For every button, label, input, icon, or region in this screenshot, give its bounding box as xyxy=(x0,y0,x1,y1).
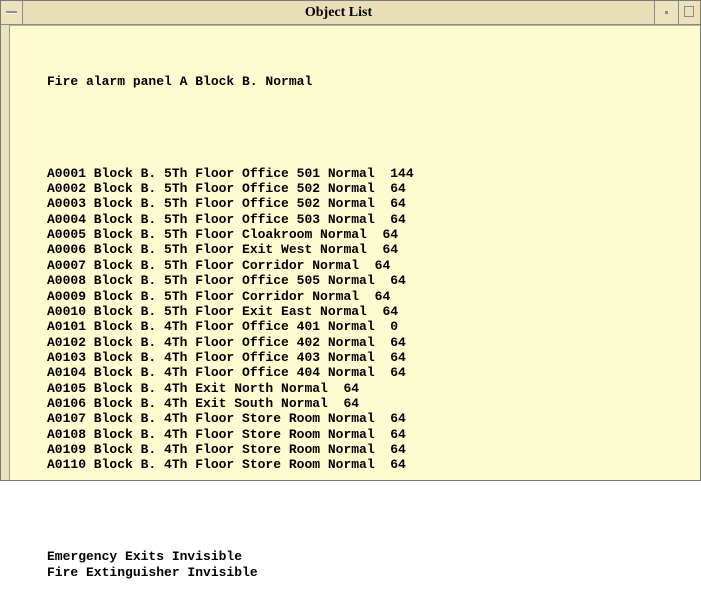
object-row: A0103 Block B. 4Th Floor Office 403 Norm… xyxy=(47,349,406,365)
object-row: A0004 Block B. 5Th Floor Office 503 Norm… xyxy=(47,211,406,227)
object-row: A0003 Block B. 5Th Floor Office 502 Norm… xyxy=(47,196,406,212)
maximize-square xyxy=(684,6,694,17)
window-menu-bar xyxy=(6,11,17,14)
maximize-icon[interactable] xyxy=(678,1,700,24)
object-row: A0105 Block B. 4Th Exit North Normal 64 xyxy=(47,380,360,396)
object-list-text: Fire alarm panel A Block B. Normal A0001… xyxy=(47,43,414,611)
minimize-dot xyxy=(665,11,668,14)
object-rows: A0001 Block B. 5Th Floor Office 501 Norm… xyxy=(47,166,414,473)
object-row: A0101 Block B. 4Th Floor Office 401 Norm… xyxy=(47,319,399,335)
footer-line: Emergency Exits Invisible xyxy=(47,549,243,565)
object-row: A0106 Block B. 4Th Exit South Normal 64 xyxy=(47,395,360,411)
panel-status-line: Fire alarm panel A Block B. Normal xyxy=(47,73,313,89)
object-row: A0001 Block B. 5Th Floor Office 501 Norm… xyxy=(47,165,414,181)
object-row: A0010 Block B. 5Th Floor Exit East Norma… xyxy=(47,303,399,319)
title-bar[interactable]: Object List xyxy=(1,1,700,25)
object-row: A0110 Block B. 4Th Floor Store Room Norm… xyxy=(47,457,406,473)
window-menu-icon[interactable] xyxy=(1,1,23,24)
object-row: A0006 Block B. 5Th Floor Exit West Norma… xyxy=(47,242,399,258)
window-title: Object List xyxy=(304,5,373,20)
object-list-window: Object List Fire alarm panel A Block B. … xyxy=(0,0,701,580)
footer-line: Fire Extinguisher Invisible xyxy=(47,564,258,580)
object-row: A0107 Block B. 4Th Floor Store Room Norm… xyxy=(47,411,406,427)
object-row: A0005 Block B. 5Th Floor Cloakroom Norma… xyxy=(47,227,399,243)
object-row: A0109 Block B. 4Th Floor Store Room Norm… xyxy=(47,441,406,457)
window-frame-left xyxy=(1,25,10,480)
object-list-content: Fire alarm panel A Block B. Normal A0001… xyxy=(10,25,700,580)
object-row: A0007 Block B. 5Th Floor Corridor Normal… xyxy=(47,257,391,273)
object-row: A0002 Block B. 5Th Floor Office 502 Norm… xyxy=(47,181,406,197)
object-row: A0009 Block B. 5Th Floor Corridor Normal… xyxy=(47,288,391,304)
object-row: A0108 Block B. 4Th Floor Store Room Norm… xyxy=(47,426,406,442)
object-row: A0104 Block B. 4Th Floor Office 404 Norm… xyxy=(47,365,406,381)
footer-rows: Emergency Exits Invisible Fire Extinguish… xyxy=(47,549,414,580)
object-row: A0008 Block B. 5Th Floor Office 505 Norm… xyxy=(47,273,406,289)
minimize-icon[interactable] xyxy=(654,1,678,24)
object-row: A0102 Block B. 4Th Floor Office 402 Norm… xyxy=(47,334,406,350)
